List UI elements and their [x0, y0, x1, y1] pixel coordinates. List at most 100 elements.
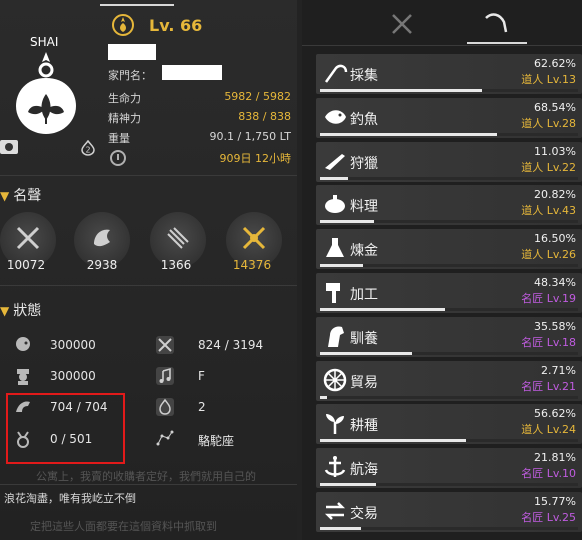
lifeskill-percent: 68.54%	[534, 100, 576, 114]
lifeskill-row[interactable]: 馴養 35.58% 名匠 Lv.18	[316, 316, 582, 357]
family-emblem-icon	[16, 52, 76, 134]
status-value: F	[198, 369, 205, 383]
wheel-icon	[323, 368, 347, 391]
lifeskill-progress-fill	[320, 132, 497, 136]
clock-icon	[110, 150, 126, 166]
lifeskill-percent: 16.50%	[534, 232, 576, 246]
character-name-redacted	[108, 44, 156, 60]
head-icon	[16, 337, 30, 351]
camera-icon[interactable]	[0, 140, 18, 154]
lifeskill-progress-fill	[320, 483, 376, 487]
constellation-icon	[156, 430, 174, 446]
lifeskill-percent: 11.03%	[534, 144, 576, 158]
lifeskill-row[interactable]: 航海 21.81% 名匠 Lv.10	[316, 448, 582, 489]
lifeskill-row[interactable]: 耕種 56.62% 道人 Lv.24	[316, 404, 582, 445]
lifeskill-panel: 採集 62.62% 道人 Lv.13 釣魚 68.54% 道人 Lv.28 狩獵 11.03%…	[302, 0, 582, 540]
flask-icon	[326, 238, 344, 258]
lifeskill-rank: 道人 Lv.28	[521, 116, 576, 130]
tools-icon	[156, 336, 174, 354]
status-value: 300000	[50, 369, 96, 383]
lifeskill-rank: 道人 Lv.13	[521, 73, 576, 86]
lifeskill-row[interactable]: 加工 48.34% 名匠 Lv.19	[316, 273, 582, 313]
lifeskill-progress-fill	[320, 395, 327, 399]
golden-swords-icon	[242, 226, 266, 250]
lifeskill-row[interactable]: 狩獵 11.03% 道人 Lv.22	[316, 141, 582, 182]
renown-life-value: 2938	[86, 258, 118, 272]
mp-value: 838 / 838	[238, 110, 291, 123]
hp-value: 5982 / 5982	[224, 90, 291, 103]
lifeskill-rank: 名匠 Lv.10	[521, 467, 576, 481]
family-name-label: 家門名：	[108, 69, 152, 82]
sickle-icon	[324, 64, 348, 83]
chat-line-faint: 公寓上，我賣的收購者定好，我們就用自己的	[36, 470, 256, 483]
lifeskill-row[interactable]: 料理 20.82% 道人 Lv.43	[316, 185, 582, 226]
fish-icon	[325, 110, 346, 124]
renown-contribution-value: 1366	[160, 258, 192, 272]
dragon-icon	[94, 229, 110, 247]
rifle-icon	[325, 153, 345, 170]
tab-indicator	[100, 4, 174, 6]
lifeskill-row[interactable]: 採集 62.62% 道人 Lv.13	[316, 54, 582, 94]
lifeskill-name: 航海	[350, 462, 378, 479]
lifeskill-row[interactable]: 交易 15.77% 名匠 Lv.25	[316, 492, 582, 532]
crossed-swords-icon	[16, 226, 40, 250]
lifeskill-name: 料理	[350, 199, 378, 216]
lifeskill-progress-fill	[320, 89, 482, 92]
lifeskill-name: 加工	[350, 287, 378, 303]
lifeskill-name: 耕種	[350, 418, 378, 435]
level-crest-icon	[112, 14, 134, 36]
lifeskill-rank: 道人 Lv.22	[521, 160, 576, 174]
lifeskill-progress-fill	[320, 220, 374, 224]
highlight-box	[6, 393, 125, 464]
family-tag: SHAI	[30, 35, 59, 49]
character-panel: SHAI 2 Lv. 66 家門名： 生命力 5982 / 5982 精神力 8…	[0, 0, 297, 540]
lifeskill-progress-fill	[320, 527, 361, 530]
lifeskill-row[interactable]: 貿易 2.71% 名匠 Lv.21	[316, 360, 582, 401]
character-level: Lv. 66	[149, 16, 203, 35]
anchor-icon	[324, 456, 346, 478]
tab-lifeskill[interactable]	[482, 10, 508, 36]
chat-line-faint: 定把這些人面都要在這個資料中抓取到	[30, 520, 217, 533]
lifeskill-tabs	[302, 0, 582, 46]
hp-label: 生命力	[108, 92, 141, 105]
chat-message: 浪花淘盡，唯有我屹立不倒	[4, 492, 136, 505]
lifeskill-percent: 21.81%	[534, 451, 576, 465]
lifeskill-name: 馴養	[350, 330, 378, 347]
music-icon	[156, 367, 174, 385]
chevron-down-icon: ▼	[0, 189, 10, 203]
lifeskill-percent: 56.62%	[534, 407, 576, 421]
renown-header[interactable]: ▼ 名聲	[0, 185, 41, 205]
sprout-icon	[326, 414, 344, 435]
exchange-icon	[324, 502, 346, 520]
mp-label: 精神力	[108, 112, 141, 125]
renown-total-value: 14376	[232, 258, 272, 272]
status-header[interactable]: ▼ 狀態	[0, 300, 41, 320]
lifeskill-percent: 2.71%	[541, 363, 576, 377]
tab-combat[interactable]	[390, 12, 414, 36]
lifeskill-rank: 道人 Lv.26	[521, 248, 576, 262]
divider	[0, 175, 297, 176]
lifeskill-progress-track	[320, 176, 578, 180]
lifeskill-name: 釣魚	[350, 111, 378, 128]
flame-icon	[156, 398, 174, 416]
lifeskill-name: 交易	[350, 506, 378, 522]
status-value: 300000	[50, 338, 96, 352]
lifeskill-row[interactable]: 煉金 16.50% 道人 Lv.26	[316, 229, 582, 270]
lifeskill-rank: 名匠 Lv.25	[521, 511, 576, 524]
lifeskill-rank: 名匠 Lv.19	[521, 292, 576, 305]
playtime-value: 909日 12小時	[219, 152, 292, 165]
weight-label: 重量	[108, 132, 130, 145]
status-value: 駱駝座	[198, 434, 235, 448]
lifeskill-percent: 48.34%	[534, 276, 576, 289]
lifeskill-percent: 35.58%	[534, 319, 576, 333]
lifeskill-progress-fill	[320, 351, 412, 355]
weight-value: 90.1 / 1,750 LT	[209, 130, 291, 143]
scroll-icon	[167, 227, 189, 249]
divider	[0, 484, 297, 485]
status-value: 824 / 3194	[198, 338, 264, 352]
svg-text:2: 2	[85, 146, 90, 155]
lifeskill-name: 煉金	[350, 243, 378, 260]
lifeskill-rank: 名匠 Lv.18	[521, 335, 576, 349]
lifeskill-progress-fill	[320, 264, 363, 268]
lifeskill-row[interactable]: 釣魚 68.54% 道人 Lv.28	[316, 97, 582, 138]
